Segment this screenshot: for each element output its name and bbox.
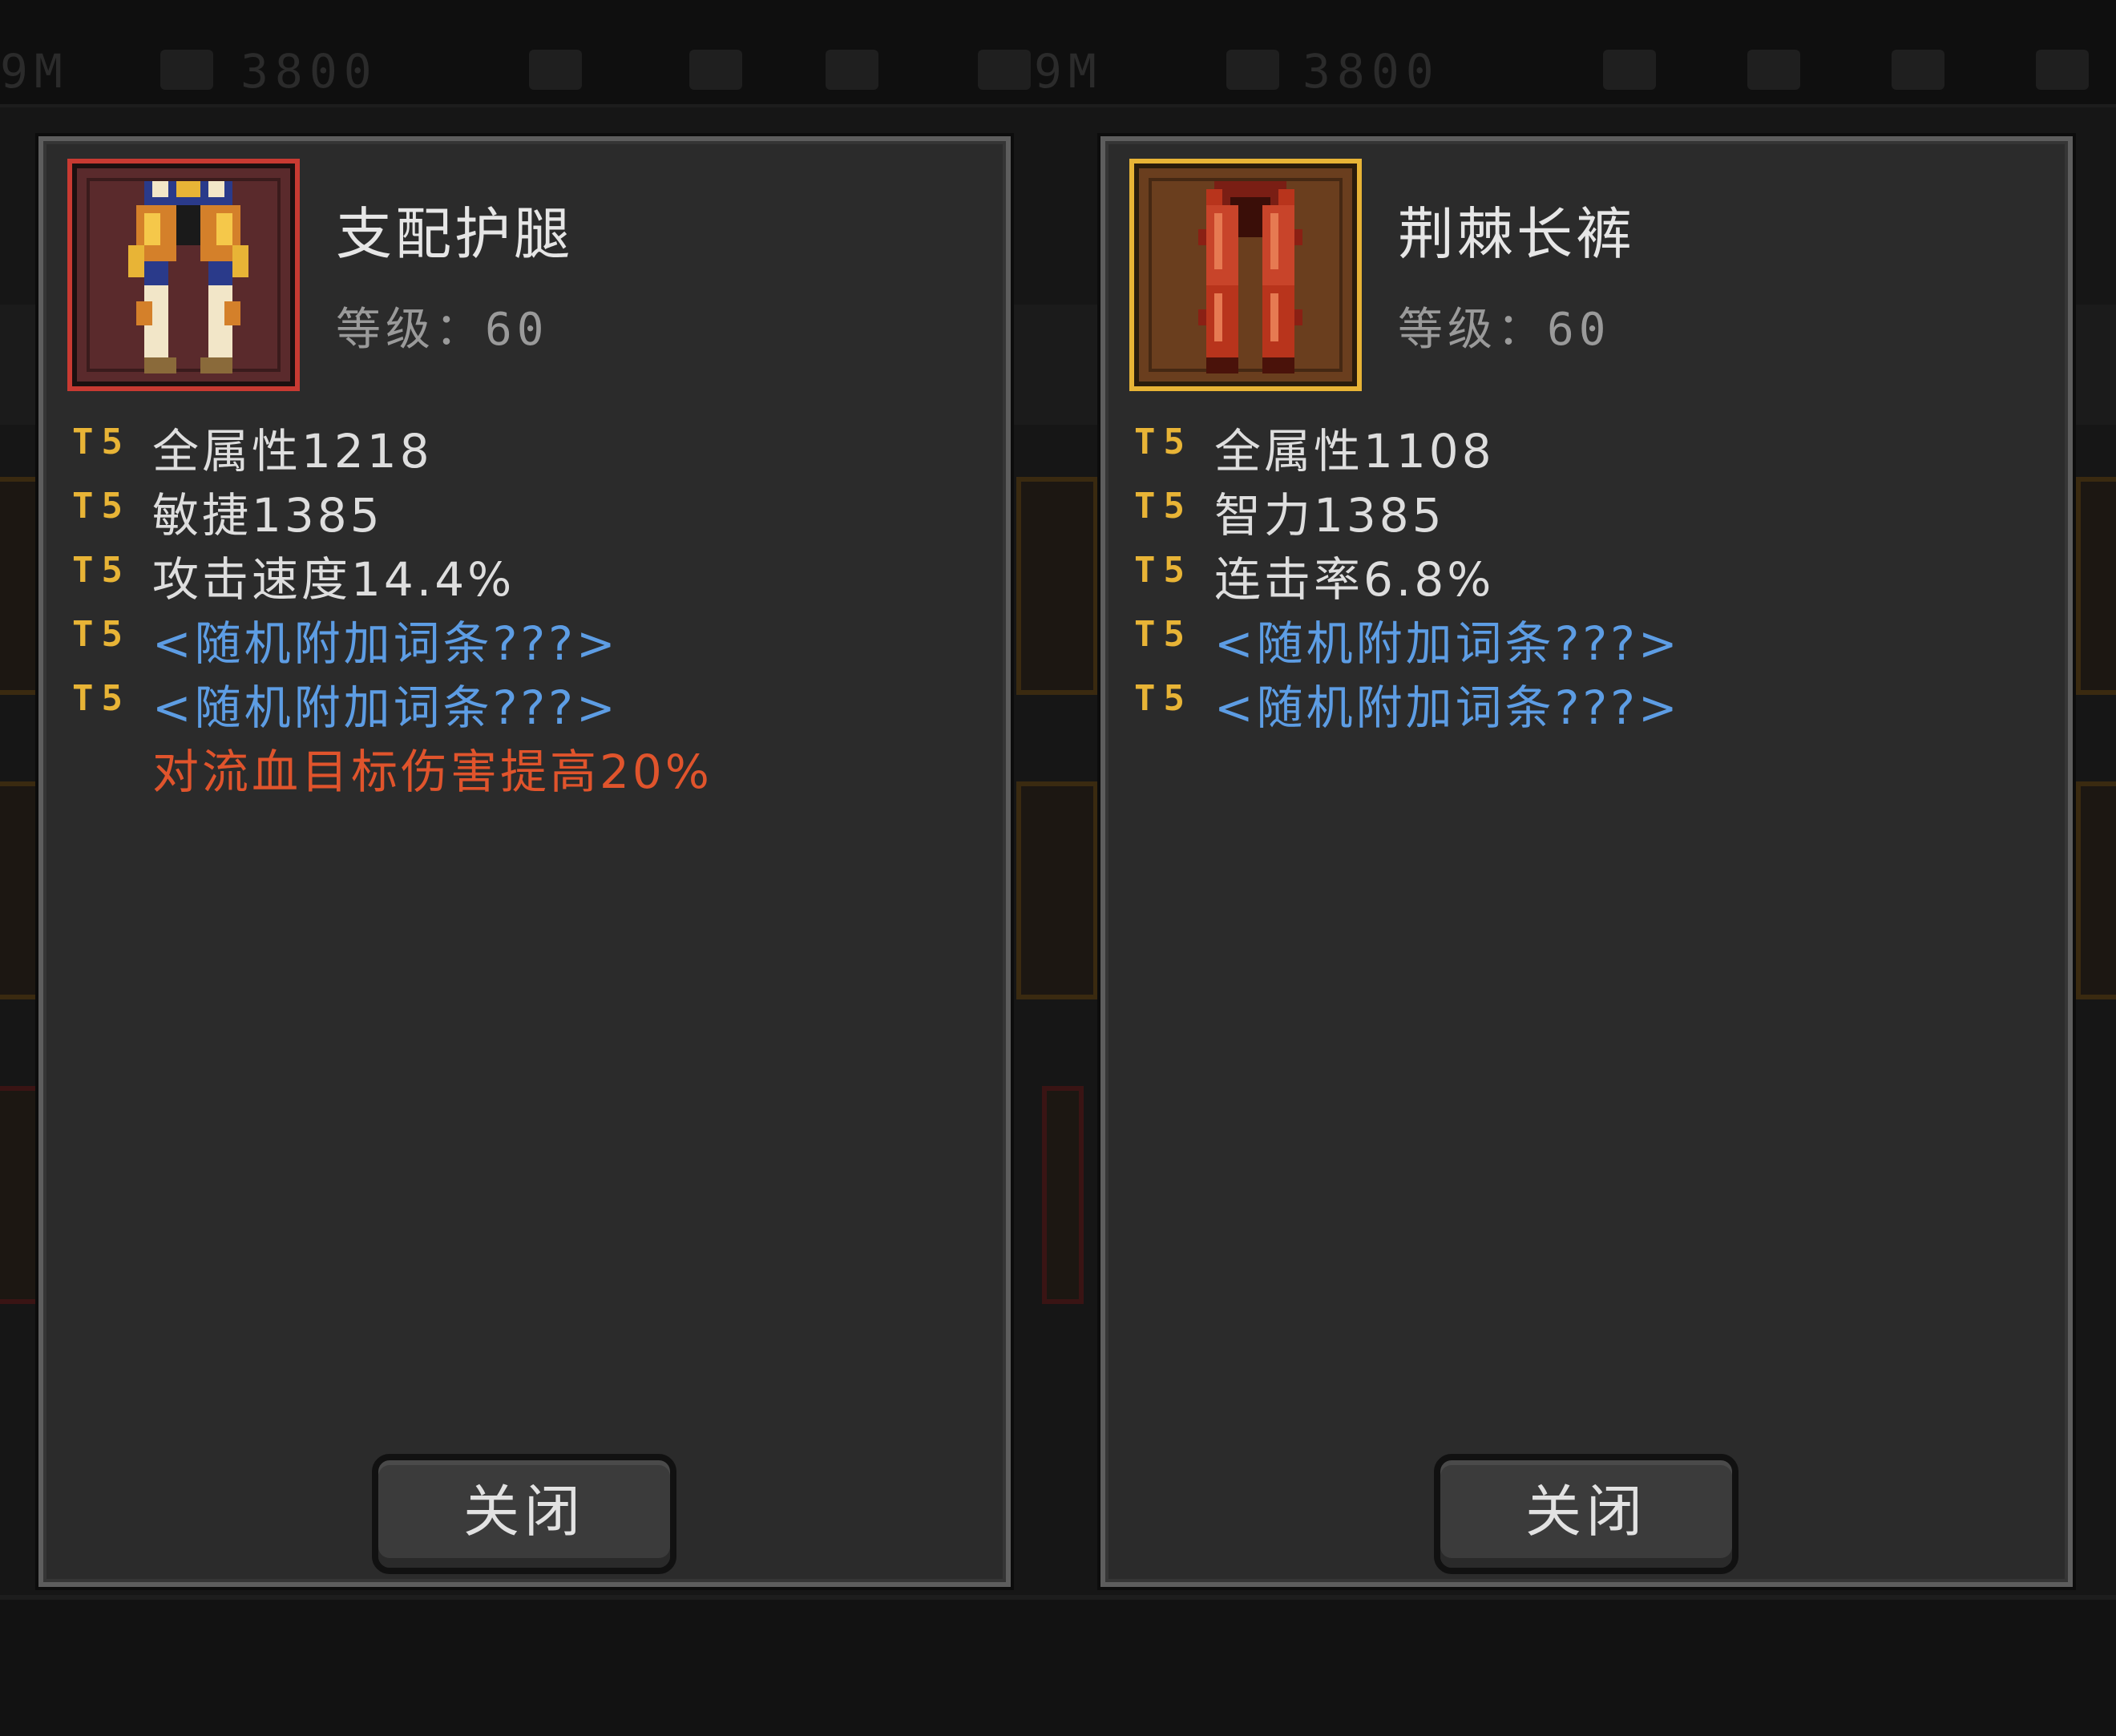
item-icon-frame (1129, 159, 1362, 391)
item-name: 支配护腿 (336, 201, 573, 267)
item-icon-frame (67, 159, 300, 391)
tier-badge: T5 (1134, 678, 1193, 719)
background-gear-icon (978, 50, 1031, 90)
background-gear-icon (2036, 50, 2089, 90)
background-coin-icon (160, 50, 213, 90)
item-detail-panel-left: 支配护腿 等级：60 T5 全属性1218 T5 敏捷1385 T5 攻击速度1… (38, 136, 1011, 1587)
random-affix-text: <随机附加词条???> (1214, 680, 1681, 735)
background-equip-slot (2076, 477, 2116, 695)
background-equip-slot (0, 781, 42, 999)
leg-armor-icon (128, 181, 248, 373)
background-fragment: 9M (1034, 44, 1103, 99)
stat-text: 连击率6.8% (1214, 552, 1495, 607)
random-affix-text: <随机附加词条???> (152, 616, 619, 671)
background-currency-value: 3800 (1302, 44, 1440, 99)
tier-badge: T5 (72, 678, 131, 719)
background-coin-icon (1226, 50, 1279, 90)
background-equip-slot (1016, 477, 1098, 695)
background-equip-slot (0, 477, 42, 695)
item-name: 荆棘长裤 (1398, 201, 1635, 267)
stat-text: 全属性1218 (152, 424, 433, 478)
stat-text: 攻击速度14.4% (152, 552, 515, 607)
background-gamepad-icon (1892, 50, 1944, 90)
close-button[interactable]: 关闭 (372, 1454, 676, 1574)
background-top-bar: 9M 3800 9M 3800 (0, 0, 2116, 107)
background-equip-slot (0, 1086, 42, 1304)
tier-badge: T5 (72, 614, 131, 655)
tier-badge: T5 (72, 422, 131, 462)
tier-badge: T5 (1134, 422, 1193, 462)
tier-badge: T5 (1134, 550, 1193, 591)
background-mail-icon (1747, 50, 1800, 90)
item-level: 等级：60 (1398, 304, 1611, 356)
background-shop-icon (529, 50, 582, 90)
background-fragment: 9M (0, 44, 69, 99)
random-affix-text: <随机附加词条???> (152, 680, 619, 735)
item-level: 等级：60 (336, 304, 549, 356)
random-affix-text: <随机附加词条???> (1214, 616, 1681, 671)
tier-badge: T5 (72, 550, 131, 591)
stat-text: 敏捷1385 (152, 488, 383, 543)
thorn-pants-icon (1198, 181, 1302, 373)
close-button[interactable]: 关闭 (1434, 1454, 1738, 1574)
background-currency-value: 3800 (240, 44, 378, 99)
item-detail-panel-right: 荆棘长裤 等级：60 T5 全属性1108 T5 智力1385 T5 连击率6.… (1100, 136, 2073, 1587)
tier-badge: T5 (1134, 614, 1193, 655)
special-effect-text: 对流血目标伤害提高20% (152, 745, 713, 799)
stat-text: 全属性1108 (1214, 424, 1495, 478)
tier-badge: T5 (1134, 486, 1193, 527)
background-equip-slot (1016, 781, 1098, 999)
background-equip-slot (2076, 781, 2116, 999)
background-shop-icon (1603, 50, 1656, 90)
background-bottom-bar (0, 1595, 2116, 1736)
background-gamepad-icon (826, 50, 878, 90)
stat-text: 智力1385 (1214, 488, 1445, 543)
background-mail-icon (689, 50, 742, 90)
background-equip-slot (1042, 1086, 1084, 1304)
tier-badge: T5 (72, 486, 131, 527)
